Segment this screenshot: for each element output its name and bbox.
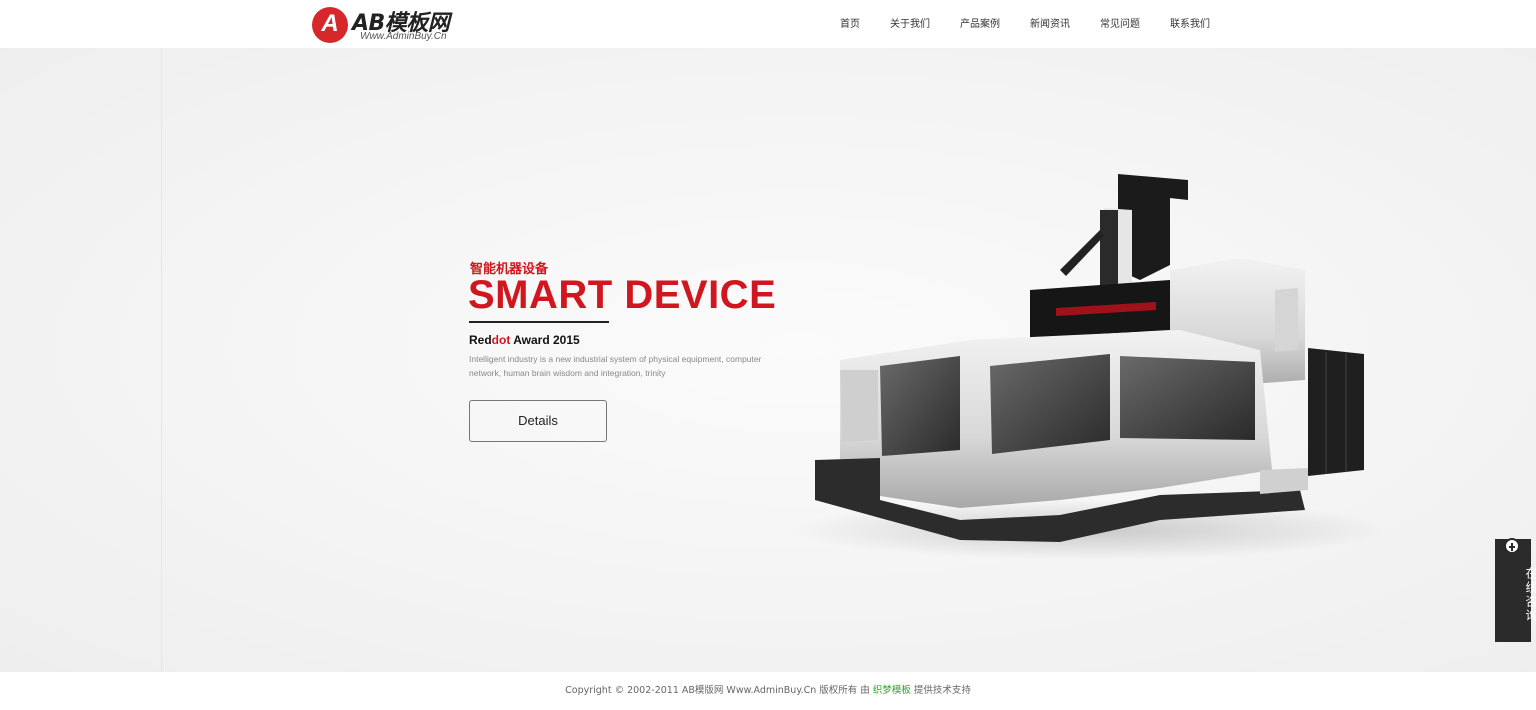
footer-link[interactable]: 织梦模板 — [873, 685, 911, 696]
plus-icon[interactable] — [1504, 538, 1520, 554]
hero-title: SMART DEVICE — [468, 273, 777, 317]
site-logo[interactable]: A AB模板网 Www.AdminBuy.Cn — [312, 5, 482, 45]
consult-label[interactable]: 在线咨询 — [1504, 567, 1536, 623]
logo-icon: A — [312, 7, 348, 43]
details-button[interactable]: Details — [469, 400, 607, 442]
hero-banner: 智能机器设备 SMART DEVICE Reddot Award 2015 In… — [0, 48, 1536, 672]
divider — [161, 48, 162, 672]
site-header: A AB模板网 Www.AdminBuy.Cn 首页 关于我们 产品案例 新闻资… — [0, 0, 1536, 48]
footer-suffix: 提供技术支持 — [910, 685, 971, 696]
nav-about[interactable]: 关于我们 — [890, 17, 930, 33]
nav-home[interactable]: 首页 — [840, 17, 860, 33]
award-line: Reddot Award 2015 — [469, 333, 580, 347]
hero-description: Intelligent industry is a new industrial… — [469, 354, 762, 378]
online-consult-widget[interactable]: 在线咨询 — [1495, 538, 1536, 642]
nav-products[interactable]: 产品案例 — [960, 17, 1000, 33]
nav-contact[interactable]: 联系我们 — [1170, 17, 1210, 33]
cnc-machine-image — [790, 174, 1390, 560]
footer-copyright: Copyright © 2002-2011 AB模版网 Www.AdminBuy… — [565, 685, 873, 696]
nav-news[interactable]: 新闻资讯 — [1030, 17, 1070, 33]
nav-faq[interactable]: 常见问题 — [1100, 17, 1140, 33]
title-underline — [469, 321, 609, 323]
site-footer: Copyright © 2002-2011 AB模版网 Www.AdminBuy… — [0, 672, 1536, 706]
logo-subtitle: Www.AdminBuy.Cn — [360, 31, 447, 42]
main-nav: 首页 关于我们 产品案例 新闻资讯 常见问题 联系我们 — [826, 17, 1240, 33]
